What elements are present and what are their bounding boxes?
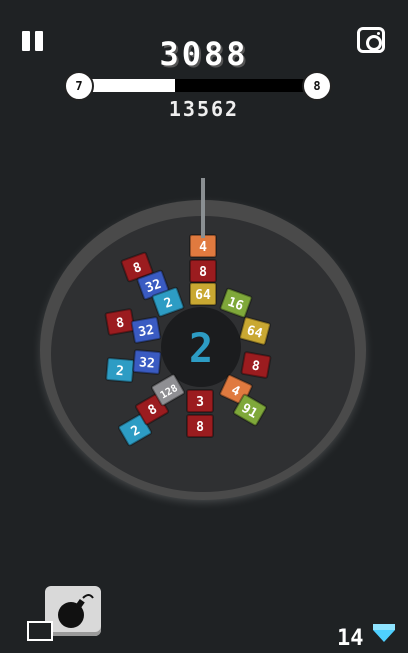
board-block-label: 32	[138, 355, 155, 371]
video-ad-icon	[27, 621, 53, 641]
launcher-block-label: 64	[195, 288, 211, 303]
board-block: 32	[130, 316, 162, 344]
bomb-button[interactable]	[45, 586, 101, 636]
bomb-icon	[58, 594, 94, 628]
board-block: 3	[186, 389, 214, 413]
launcher-block-label: 4	[199, 240, 207, 255]
board-block: 32	[132, 349, 162, 375]
game-board[interactable]: 2 83228 322 322812816648491384864	[0, 0, 408, 653]
launcher-block: 8	[189, 259, 217, 283]
launcher-block-label: 8	[199, 265, 207, 280]
center-number: 2	[189, 326, 213, 372]
board-block-label: 32	[137, 323, 155, 340]
board-block-label: 3	[196, 395, 204, 410]
board-block: 8	[186, 414, 214, 438]
board-block: 8	[240, 351, 272, 379]
gem-icon	[373, 624, 395, 642]
gem-count: 14	[337, 626, 364, 651]
board-block-label: 8	[196, 420, 204, 435]
launcher-block: 64	[189, 282, 217, 306]
launcher-block: 4	[189, 234, 217, 258]
board-block: 8	[104, 308, 136, 336]
launcher-rope	[201, 178, 205, 238]
board-block-label: 2	[115, 364, 124, 380]
board-block: 2	[105, 357, 135, 383]
